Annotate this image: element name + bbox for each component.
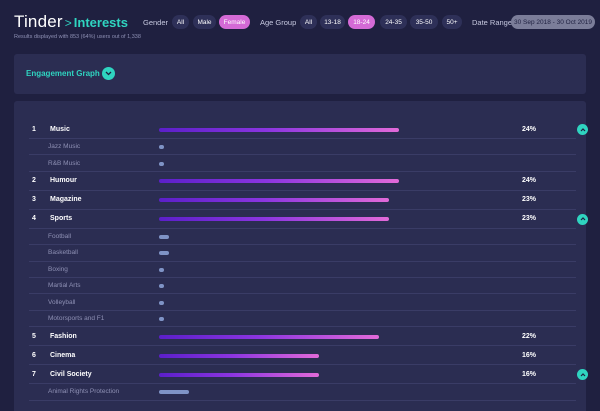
interest-bar <box>159 217 389 222</box>
chevron-down-icon <box>105 71 112 76</box>
sub-interest-row[interactable]: Martial Arts <box>29 278 576 295</box>
age-35-50-button[interactable]: 35-50 <box>410 15 438 29</box>
interest-name: Boxing <box>48 265 68 273</box>
collapse-toggle[interactable] <box>577 369 588 381</box>
interest-rank: 5 <box>32 332 36 340</box>
interest-bar <box>159 316 164 321</box>
interest-bar <box>159 145 164 150</box>
collapse-toggle[interactable] <box>577 213 588 225</box>
age-all-button[interactable]: All <box>300 15 317 29</box>
brand: Tinder > Interests <box>14 12 128 32</box>
interest-bar <box>159 251 169 256</box>
interest-percentage: 23% <box>522 215 537 223</box>
interest-row[interactable]: 4 Sports 23% <box>29 210 588 229</box>
age-filter-label: Age Group <box>260 18 297 27</box>
results-summary: Results displayed with 853 (64%) users o… <box>14 34 141 40</box>
sub-interest-row[interactable]: Volleyball <box>29 294 576 311</box>
interest-row[interactable]: 1 Music 24% <box>29 120 588 139</box>
interest-name: Magazine <box>50 196 82 204</box>
interest-bar <box>159 300 164 305</box>
sub-interest-row[interactable]: Basketball <box>29 245 576 262</box>
interest-name: Civil Society <box>50 370 92 378</box>
interest-bar <box>159 372 319 377</box>
interest-percentage: 24% <box>522 177 537 185</box>
interest-percentage: 24% <box>522 125 537 133</box>
interest-row[interactable]: 3 Magazine 23% <box>29 191 576 210</box>
gender-all-button[interactable]: All <box>172 15 189 29</box>
interest-name: Motorsports and F1 <box>48 314 105 322</box>
sub-interest-row[interactable]: Boxing <box>29 262 576 278</box>
interest-bar <box>159 234 169 239</box>
interest-row[interactable]: 5 Fashion 22% <box>29 327 576 347</box>
interest-bar <box>159 284 164 289</box>
interest-name: Humour <box>50 177 77 185</box>
interest-name: Basketball <box>48 249 78 257</box>
age-24-35-button[interactable]: 24-35 <box>380 15 407 29</box>
interest-name: Sports <box>50 215 73 223</box>
gender-male-button[interactable]: Male <box>193 15 216 29</box>
interests-list: 1 Music 24% Jazz Music R&B Music 2 Humour 24% 3 M… <box>14 101 588 411</box>
interest-name: Jazz Music <box>48 143 81 151</box>
interest-rank: 6 <box>32 351 36 359</box>
sub-interest-row[interactable]: Motorsports and F1 <box>29 311 576 328</box>
sub-interest-row[interactable]: Football <box>29 229 576 246</box>
interest-bar <box>159 161 164 166</box>
interest-bar <box>159 353 319 358</box>
interest-name: Music <box>50 125 70 133</box>
interest-percentage: 16% <box>522 351 537 359</box>
collapse-toggle[interactable] <box>577 124 588 135</box>
chevron-up-icon <box>580 127 585 131</box>
interest-row[interactable]: 7 Civil Society 16% <box>29 365 588 385</box>
sub-interest-row[interactable]: Animal Rights Protection <box>29 384 576 401</box>
age-13-18-button[interactable]: 13-18 <box>320 15 345 29</box>
interest-bar <box>159 267 164 272</box>
interest-row[interactable]: 2 Humour 24% <box>29 172 576 191</box>
interest-percentage: 23% <box>522 196 537 204</box>
interest-name: Fashion <box>50 332 77 340</box>
interest-percentage: 16% <box>522 370 537 378</box>
age-50-plus-button[interactable]: 50+ <box>442 15 462 29</box>
interest-name: Cinema <box>50 351 76 359</box>
interest-row[interactable]: 6 Cinema 16% <box>29 346 576 366</box>
interest-bar <box>159 334 379 339</box>
sub-interest-row[interactable]: Jazz Music <box>29 139 576 156</box>
engagement-graph-panel: Engagement Graph <box>14 54 586 94</box>
age-18-24-button[interactable]: 18-24 <box>348 15 375 29</box>
interest-name: R&B Music <box>48 159 81 167</box>
interest-name: Volleyball <box>48 298 76 306</box>
brand-name: Tinder <box>14 12 63 31</box>
interest-rank: 1 <box>32 125 36 133</box>
engagement-graph-toggle[interactable] <box>102 67 115 80</box>
interest-rank: 4 <box>32 215 36 223</box>
interest-bar <box>159 390 189 395</box>
page-title: Interests <box>73 15 128 30</box>
interest-rank: 2 <box>32 177 36 185</box>
app-header: Tinder > Interests Results displayed wit… <box>0 0 600 46</box>
interest-bar <box>159 127 399 132</box>
interest-rank: 7 <box>32 370 36 378</box>
gender-female-button[interactable]: Female <box>219 15 250 29</box>
date-range-picker[interactable]: 30 Sep 2018 - 30 Oct 2019 <box>511 15 595 29</box>
interest-bar <box>159 179 399 184</box>
gender-filter-label: Gender <box>143 18 169 27</box>
interest-name: Martial Arts <box>48 282 81 290</box>
engagement-graph-title: Engagement Graph <box>26 69 100 78</box>
breadcrumb-separator: > <box>64 16 72 30</box>
interest-name: Animal Rights Protection <box>48 388 120 396</box>
interest-rank: 3 <box>32 196 36 204</box>
interest-bar <box>159 198 389 203</box>
chevron-up-icon <box>580 217 585 221</box>
chevron-up-icon <box>580 372 585 377</box>
interest-name: Football <box>48 232 72 240</box>
sub-interest-row[interactable]: R&B Music <box>29 155 576 172</box>
date-range-label: Date Range <box>472 18 513 27</box>
interest-percentage: 22% <box>522 332 537 340</box>
